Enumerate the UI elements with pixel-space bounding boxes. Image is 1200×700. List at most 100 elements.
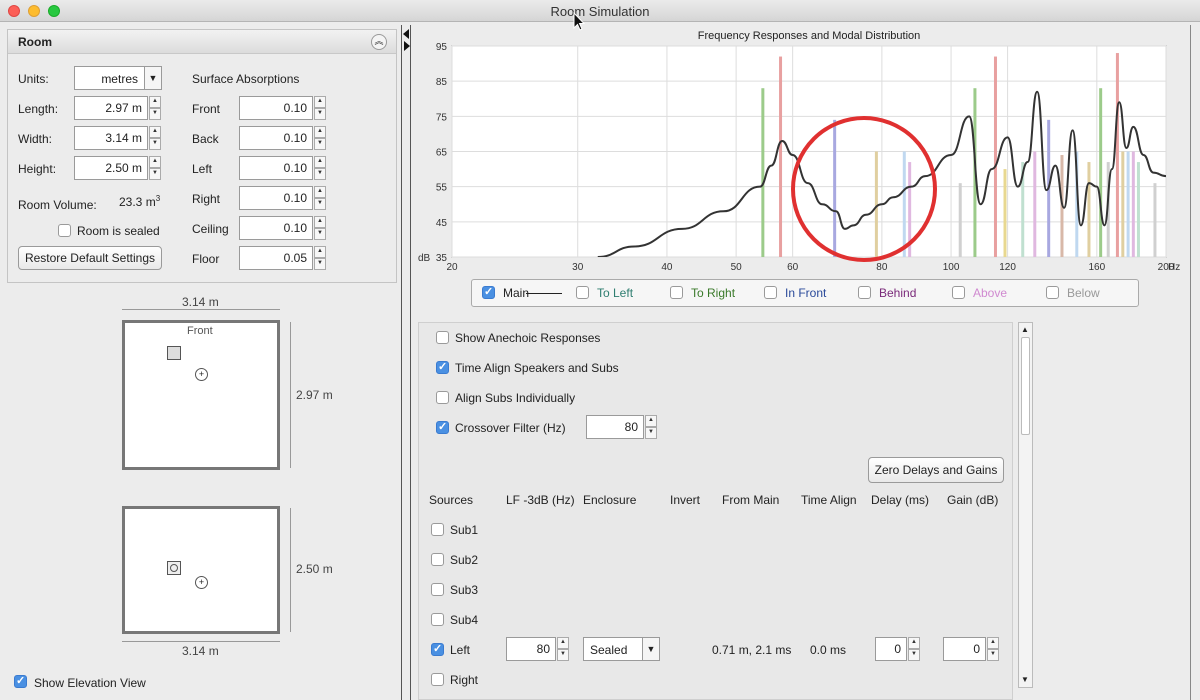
decrement-icon[interactable]: ▼ — [645, 427, 657, 439]
increment-icon[interactable]: ▲ — [314, 96, 326, 108]
legend-checkbox-behind[interactable] — [858, 286, 871, 299]
decrement-icon[interactable]: ▼ — [149, 138, 161, 150]
surface-absorption-input[interactable]: 0.05 — [239, 246, 313, 270]
legend-checkbox-to-right[interactable] — [670, 286, 683, 299]
increment-icon[interactable]: ▲ — [149, 126, 161, 138]
width-stepper[interactable]: 3.14 m ▲ ▼ — [74, 126, 161, 150]
width-input[interactable]: 3.14 m — [74, 126, 148, 150]
expand-right-arrow-icon[interactable] — [404, 41, 410, 51]
delay-stepper[interactable]: 0 ▲ ▼ — [875, 637, 920, 661]
surface-label-back: Back — [192, 132, 219, 146]
decrement-icon[interactable]: ▼ — [314, 198, 326, 210]
surface-absorption-input[interactable]: 0.10 — [239, 126, 313, 150]
crossover-checkbox[interactable] — [436, 420, 449, 434]
source-checkbox-right[interactable] — [431, 673, 444, 686]
enclosure-select[interactable]: Sealed ▼ — [583, 637, 660, 661]
increment-icon[interactable]: ▲ — [908, 637, 920, 649]
increment-icon[interactable]: ▲ — [987, 637, 999, 649]
listener-icon[interactable]: + — [195, 576, 208, 589]
decrement-icon[interactable]: ▼ — [314, 228, 326, 240]
height-input[interactable]: 2.50 m — [74, 156, 148, 180]
legend-checkbox-main[interactable] — [482, 285, 495, 299]
scroll-down-icon[interactable]: ▼ — [1021, 675, 1029, 684]
column-header: Delay (ms) — [871, 493, 930, 507]
crossover-input[interactable]: 80 — [586, 415, 644, 439]
zero-delays-gains-button[interactable]: Zero Delays and Gains — [868, 457, 1004, 483]
decrement-icon[interactable]: ▼ — [314, 258, 326, 270]
decrement-icon[interactable]: ▼ — [987, 649, 999, 661]
surface-absorption-input[interactable]: 0.10 — [239, 156, 313, 180]
source-checkbox-sub4[interactable] — [431, 613, 444, 626]
increment-icon[interactable]: ▲ — [314, 216, 326, 228]
gain-stepper[interactable]: 0 ▲ ▼ — [943, 637, 999, 661]
align-subs-checkbox[interactable] — [436, 391, 449, 404]
y-tick-label: 95 — [436, 42, 448, 53]
elevation-height-dimension-line — [290, 508, 291, 632]
listener-icon[interactable]: + — [195, 368, 208, 381]
modal-bar — [1115, 53, 1119, 258]
delay-input[interactable]: 0 — [875, 637, 907, 661]
source-checkbox-sub3[interactable] — [431, 583, 444, 596]
surface-label-front: Front — [192, 102, 221, 116]
increment-icon[interactable]: ▲ — [314, 246, 326, 258]
collapse-chevron-icon[interactable]: ︽ — [371, 34, 387, 50]
restore-default-settings-button[interactable]: Restore Default Settings — [18, 246, 162, 270]
increment-icon[interactable]: ▲ — [557, 637, 569, 649]
surface-stepper-ceiling[interactable]: 0.10 ▲ ▼ — [239, 216, 326, 240]
increment-icon[interactable]: ▲ — [314, 126, 326, 138]
chevron-down-icon[interactable]: ▼ — [144, 67, 161, 89]
legend-checkbox-in-front[interactable] — [764, 286, 777, 299]
x-tick-label: 30 — [572, 262, 584, 273]
source-checkbox-sub2[interactable] — [431, 553, 444, 566]
room-sealed-checkbox[interactable] — [58, 224, 71, 237]
scroll-up-icon[interactable]: ▲ — [1021, 325, 1029, 334]
source-checkbox-left[interactable] — [431, 642, 444, 656]
surface-absorption-input[interactable]: 0.10 — [239, 96, 313, 120]
increment-icon[interactable]: ▲ — [149, 96, 161, 108]
decrement-icon[interactable]: ▼ — [314, 138, 326, 150]
length-input[interactable]: 2.97 m — [74, 96, 148, 120]
y-tick-label: 85 — [436, 77, 448, 88]
surface-stepper-left[interactable]: 0.10 ▲ ▼ — [239, 156, 326, 180]
increment-icon[interactable]: ▲ — [314, 156, 326, 168]
surface-stepper-back[interactable]: 0.10 ▲ ▼ — [239, 126, 326, 150]
increment-icon[interactable]: ▲ — [314, 186, 326, 198]
scroll-thumb[interactable] — [1021, 337, 1030, 435]
column-header: Invert — [670, 493, 701, 507]
lf-stepper[interactable]: 80 ▲ ▼ — [506, 637, 569, 661]
subwoofer-icon[interactable] — [167, 346, 181, 360]
speaker-icon[interactable] — [167, 561, 181, 575]
legend-checkbox-below[interactable] — [1046, 286, 1059, 299]
split-pane-divider[interactable] — [401, 25, 411, 700]
lf-input[interactable]: 80 — [506, 637, 556, 661]
decrement-icon[interactable]: ▼ — [149, 168, 161, 180]
show-elevation-checkbox[interactable] — [14, 674, 27, 688]
length-stepper[interactable]: 2.97 m ▲ ▼ — [74, 96, 161, 120]
increment-icon[interactable]: ▲ — [149, 156, 161, 168]
surface-stepper-front[interactable]: 0.10 ▲ ▼ — [239, 96, 326, 120]
gain-input[interactable]: 0 — [943, 637, 986, 661]
show-anechoic-checkbox[interactable] — [436, 331, 449, 344]
decrement-icon[interactable]: ▼ — [149, 108, 161, 120]
height-stepper[interactable]: 2.50 m ▲ ▼ — [74, 156, 161, 180]
surface-stepper-floor[interactable]: 0.05 ▲ ▼ — [239, 246, 326, 270]
surface-label-left: Left — [192, 162, 213, 176]
chevron-down-icon[interactable]: ▼ — [642, 638, 659, 660]
time-align-label: Time Align Speakers and Subs — [455, 361, 619, 375]
time-align-checkbox[interactable] — [436, 360, 449, 374]
source-checkbox-sub1[interactable] — [431, 523, 444, 536]
units-select[interactable]: metres ▼ — [74, 66, 162, 90]
settings-scrollbar[interactable]: ▲ ▼ — [1018, 322, 1033, 688]
decrement-icon[interactable]: ▼ — [908, 649, 920, 661]
collapse-left-arrow-icon[interactable] — [403, 29, 409, 39]
surface-stepper-right[interactable]: 0.10 ▲ ▼ — [239, 186, 326, 210]
increment-icon[interactable]: ▲ — [645, 415, 657, 427]
decrement-icon[interactable]: ▼ — [314, 168, 326, 180]
surface-absorption-input[interactable]: 0.10 — [239, 216, 313, 240]
decrement-icon[interactable]: ▼ — [314, 108, 326, 120]
decrement-icon[interactable]: ▼ — [557, 649, 569, 661]
legend-checkbox-above[interactable] — [952, 286, 965, 299]
legend-checkbox-to-left[interactable] — [576, 286, 589, 299]
surface-absorption-input[interactable]: 0.10 — [239, 186, 313, 210]
crossover-stepper[interactable]: 80 ▲ ▼ — [586, 415, 657, 439]
